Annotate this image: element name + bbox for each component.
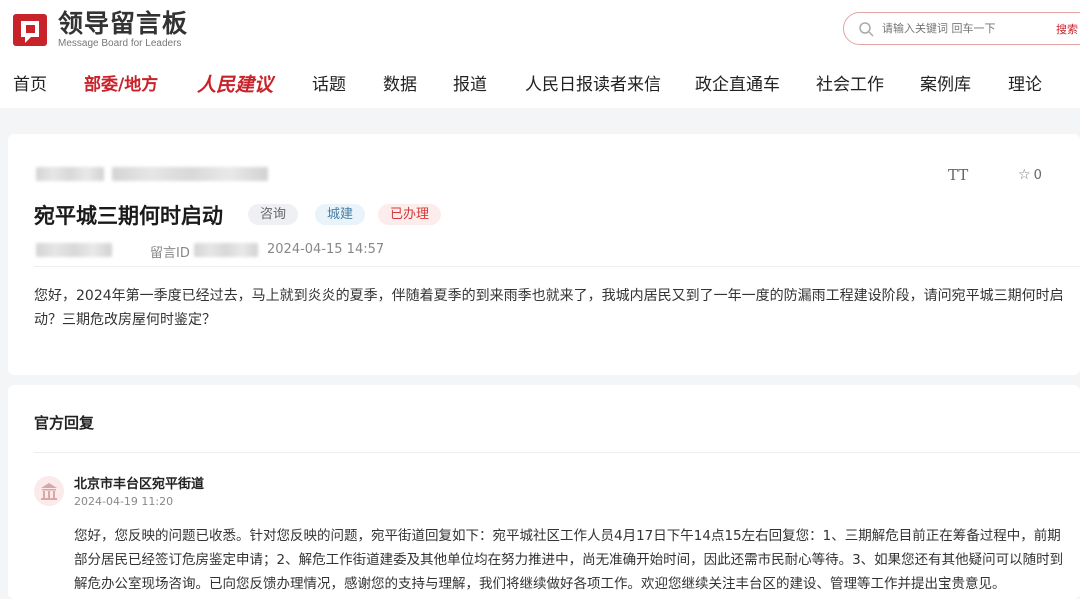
- site-logo[interactable]: 领导留言板 Message Board for Leaders: [12, 10, 188, 50]
- nav-item-case-library[interactable]: 案例库: [920, 70, 971, 100]
- nav-item-people-suggestions[interactable]: 人民建议: [197, 70, 273, 100]
- site-header: 领导留言板 Message Board for Leaders 搜索 首页 部委…: [0, 0, 1080, 108]
- government-building-icon: [34, 476, 64, 506]
- reply-organization: 北京市丰台区宛平街道: [74, 477, 205, 492]
- nav-item-enterprise[interactable]: 政企直通车: [695, 70, 780, 100]
- reply-heading: 官方回复: [34, 414, 95, 432]
- favorite-count: 0: [1033, 167, 1042, 183]
- reply-content: 您好，您反映的问题已收悉。针对您反映的问题，宛平街道回复如下：宛平城社区工作人员…: [74, 528, 1064, 592]
- search-input[interactable]: [882, 22, 1042, 35]
- redacted-message-id: [194, 243, 258, 257]
- divider: [34, 452, 1080, 453]
- redacted-breadcrumb: [36, 167, 104, 181]
- logo-title: 领导留言板: [58, 9, 189, 38]
- tag-urban-construction: 城建: [315, 204, 366, 225]
- message-title: 宛平城三期何时启动: [34, 204, 223, 228]
- favorite-button[interactable]: ☆ 0: [1018, 167, 1042, 183]
- font-size-icon[interactable]: TT: [948, 166, 968, 184]
- nav-item-data[interactable]: 数据: [383, 70, 417, 100]
- divider: [34, 266, 1080, 267]
- logo-icon: [12, 10, 52, 50]
- reply-card: 官方回复 北京市丰台区宛平街道 2024-04-19 11:20 您好，您反映的…: [8, 385, 1080, 599]
- nav-item-ministries-local[interactable]: 部委/地方: [84, 70, 158, 100]
- nav-item-reader-letters[interactable]: 人民日报读者来信: [525, 70, 661, 100]
- search-button[interactable]: 搜索: [1056, 21, 1078, 37]
- nav-item-social-work[interactable]: 社会工作: [816, 70, 884, 100]
- message-content: 您好，2024年第一季度已经过去，马上就到炎炎的夏季，伴随着夏季的到来雨季也就来…: [34, 288, 1064, 328]
- nav-item-home[interactable]: 首页: [13, 70, 47, 100]
- nav-item-reports[interactable]: 报道: [453, 70, 487, 100]
- star-icon: ☆: [1018, 167, 1031, 183]
- message-id-label: 留言ID: [150, 246, 190, 261]
- nav-item-topics[interactable]: 话题: [312, 70, 346, 100]
- search-icon: [858, 21, 874, 37]
- message-date: 2024-04-15 14:57: [267, 242, 385, 257]
- nav-item-theory[interactable]: 理论: [1008, 70, 1042, 100]
- redacted-breadcrumb: [112, 167, 268, 181]
- tag-consult: 咨询: [248, 204, 299, 225]
- search-box: 搜索: [843, 12, 1080, 45]
- reply-date: 2024-04-19 11:20: [74, 495, 174, 508]
- logo-subtitle: Message Board for Leaders: [58, 38, 182, 49]
- message-card: TT ☆ 0 宛平城三期何时启动 咨询 城建 已办理 留言ID 2024-04-…: [8, 134, 1080, 375]
- redacted-author: [36, 243, 112, 257]
- status-badge: 已办理: [378, 204, 442, 225]
